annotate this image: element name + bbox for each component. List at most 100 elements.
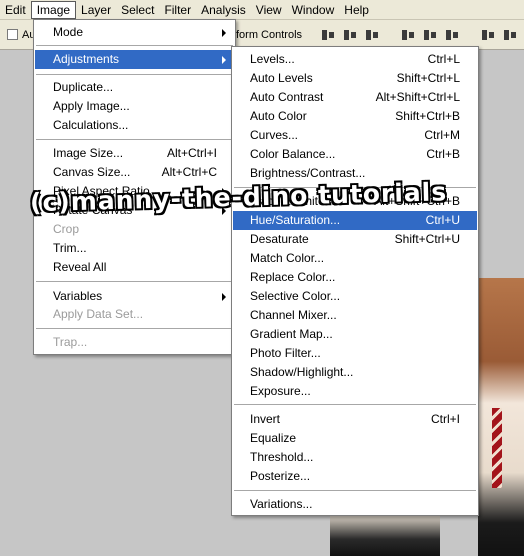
menu-item-curves[interactable]: Curves... Ctrl+M bbox=[233, 126, 477, 145]
menu-separator bbox=[36, 74, 233, 75]
menu-item-calculations[interactable]: Calculations... bbox=[35, 116, 234, 135]
menu-item-duplicate[interactable]: Duplicate... bbox=[35, 78, 234, 97]
align-toolbar bbox=[320, 28, 518, 42]
menu-item-shortcut: Alt+Ctrl+C bbox=[161, 165, 217, 179]
menu-item-exposure[interactable]: Exposure... bbox=[233, 382, 477, 401]
menu-item-pixel-aspect-ratio[interactable]: Pixel Aspect Ratio bbox=[35, 182, 234, 201]
menu-item-label: Pixel Aspect Ratio bbox=[53, 184, 150, 198]
menu-item-desaturate[interactable]: Desaturate Shift+Ctrl+U bbox=[233, 230, 477, 249]
toolbar-separator bbox=[466, 28, 474, 42]
menu-item-threshold[interactable]: Threshold... bbox=[233, 448, 477, 467]
menu-separator bbox=[36, 328, 233, 329]
menu-view[interactable]: View bbox=[251, 1, 287, 19]
align-bottom-icon[interactable] bbox=[364, 28, 380, 42]
menu-item-brightness-contrast[interactable]: Brightness/Contrast... bbox=[233, 164, 477, 183]
menu-item-variables[interactable]: Variables bbox=[35, 287, 234, 306]
menu-item-equalize[interactable]: Equalize bbox=[233, 429, 477, 448]
menu-item-label: Rotate Canvas bbox=[53, 203, 133, 217]
menu-item-replace-color[interactable]: Replace Color... bbox=[233, 268, 477, 287]
menu-item-black-white[interactable]: Black & White... Alt+Shift+Ctrl+B bbox=[233, 192, 477, 211]
menu-image[interactable]: Image bbox=[30, 0, 77, 19]
menu-item-label: Mode bbox=[53, 25, 84, 39]
image-menu: Mode Adjustments Duplicate... Apply Imag… bbox=[33, 19, 236, 355]
menu-item-label: Apply Data Set... bbox=[53, 307, 144, 321]
menu-separator bbox=[234, 490, 476, 491]
menu-item-label: Invert bbox=[250, 412, 281, 426]
menu-bar: Edit Image Layer Select Filter Analysis … bbox=[0, 0, 524, 20]
menu-item-shortcut: Ctrl+L bbox=[427, 52, 460, 66]
menu-item-label: Variations... bbox=[250, 497, 313, 511]
toolbar-separator bbox=[386, 28, 394, 42]
menu-item-selective-color[interactable]: Selective Color... bbox=[233, 287, 477, 306]
align-vertical-center-icon[interactable] bbox=[342, 28, 358, 42]
menu-window[interactable]: Window bbox=[287, 1, 340, 19]
submenu-arrow-icon bbox=[222, 207, 226, 215]
menu-item-crop[interactable]: Crop bbox=[35, 220, 234, 239]
transform-controls-label[interactable]: form Controls bbox=[236, 29, 302, 41]
menu-item-gradient-map[interactable]: Gradient Map... bbox=[233, 325, 477, 344]
menu-item-channel-mixer[interactable]: Channel Mixer... bbox=[233, 306, 477, 325]
align-top-icon[interactable] bbox=[320, 28, 336, 42]
menu-analysis[interactable]: Analysis bbox=[196, 1, 251, 19]
menu-item-shortcut: Shift+Ctrl+L bbox=[396, 71, 460, 85]
menu-item-photo-filter[interactable]: Photo Filter... bbox=[233, 344, 477, 363]
auto-select-checkbox[interactable] bbox=[7, 29, 18, 40]
menu-separator bbox=[234, 187, 476, 188]
distribute-center-icon[interactable] bbox=[502, 28, 518, 42]
menu-item-label: Duplicate... bbox=[53, 80, 114, 94]
menu-help[interactable]: Help bbox=[339, 1, 374, 19]
menu-item-label: Desaturate bbox=[250, 232, 309, 246]
menu-item-label: Brightness/Contrast... bbox=[250, 166, 366, 180]
menu-separator bbox=[36, 281, 233, 282]
menu-item-match-color[interactable]: Match Color... bbox=[233, 249, 477, 268]
menu-item-label: Auto Color bbox=[250, 109, 307, 123]
menu-item-invert[interactable]: Invert Ctrl+I bbox=[233, 410, 477, 429]
menu-item-auto-contrast[interactable]: Auto Contrast Alt+Shift+Ctrl+L bbox=[233, 88, 477, 107]
menu-item-auto-color[interactable]: Auto Color Shift+Ctrl+B bbox=[233, 107, 477, 126]
align-right-icon[interactable] bbox=[444, 28, 460, 42]
menu-item-label: Shadow/Highlight... bbox=[250, 365, 354, 379]
menu-separator bbox=[36, 139, 233, 140]
menu-item-auto-levels[interactable]: Auto Levels Shift+Ctrl+L bbox=[233, 69, 477, 88]
menu-item-label: Selective Color... bbox=[250, 289, 341, 303]
align-left-icon[interactable] bbox=[400, 28, 416, 42]
distribute-top-icon[interactable] bbox=[480, 28, 496, 42]
menu-layer[interactable]: Layer bbox=[76, 1, 116, 19]
menu-item-label: Auto Contrast bbox=[250, 90, 324, 104]
menu-item-shortcut: Ctrl+I bbox=[430, 412, 460, 426]
menu-item-mode[interactable]: Mode bbox=[35, 23, 234, 42]
menu-item-adjustments[interactable]: Adjustments bbox=[35, 50, 234, 69]
menu-item-rotate-canvas[interactable]: Rotate Canvas bbox=[35, 201, 234, 220]
submenu-arrow-icon bbox=[222, 188, 226, 196]
menu-item-label: Curves... bbox=[250, 128, 299, 142]
menu-item-label: Gradient Map... bbox=[250, 327, 333, 341]
menu-item-trim[interactable]: Trim... bbox=[35, 239, 234, 258]
menu-item-label: Calculations... bbox=[53, 118, 129, 132]
menu-item-shortcut: Ctrl+B bbox=[426, 147, 460, 161]
menu-item-shadow-highlight[interactable]: Shadow/Highlight... bbox=[233, 363, 477, 382]
menu-item-label: Color Balance... bbox=[250, 147, 336, 161]
canvas-photo-lower bbox=[330, 514, 440, 556]
menu-item-apply-image[interactable]: Apply Image... bbox=[35, 97, 234, 116]
menu-item-levels[interactable]: Levels... Ctrl+L bbox=[233, 50, 477, 69]
menu-item-hue-saturation[interactable]: Hue/Saturation... Ctrl+U bbox=[233, 211, 477, 230]
menu-item-posterize[interactable]: Posterize... bbox=[233, 467, 477, 486]
menu-item-canvas-size[interactable]: Canvas Size... Alt+Ctrl+C bbox=[35, 163, 234, 182]
menu-item-image-size[interactable]: Image Size... Alt+Ctrl+I bbox=[35, 144, 234, 163]
align-horizontal-center-icon[interactable] bbox=[422, 28, 438, 42]
menu-edit[interactable]: Edit bbox=[0, 1, 31, 19]
menu-item-reveal-all[interactable]: Reveal All bbox=[35, 258, 234, 277]
menu-select[interactable]: Select bbox=[116, 1, 159, 19]
canvas-photo bbox=[478, 278, 524, 556]
menu-item-trap[interactable]: Trap... bbox=[35, 333, 234, 352]
menu-item-label: Match Color... bbox=[250, 251, 325, 265]
menu-item-color-balance[interactable]: Color Balance... Ctrl+B bbox=[233, 145, 477, 164]
menu-item-label: Apply Image... bbox=[53, 99, 130, 113]
menu-item-label: Hue/Saturation... bbox=[250, 213, 341, 227]
menu-item-label: Threshold... bbox=[250, 450, 314, 464]
menu-filter[interactable]: Filter bbox=[159, 1, 196, 19]
menu-item-apply-data-set[interactable]: Apply Data Set... bbox=[35, 305, 234, 324]
menu-item-label: Equalize bbox=[250, 431, 297, 445]
menu-item-variations[interactable]: Variations... bbox=[233, 495, 477, 514]
menu-item-shortcut: Ctrl+M bbox=[424, 128, 460, 142]
